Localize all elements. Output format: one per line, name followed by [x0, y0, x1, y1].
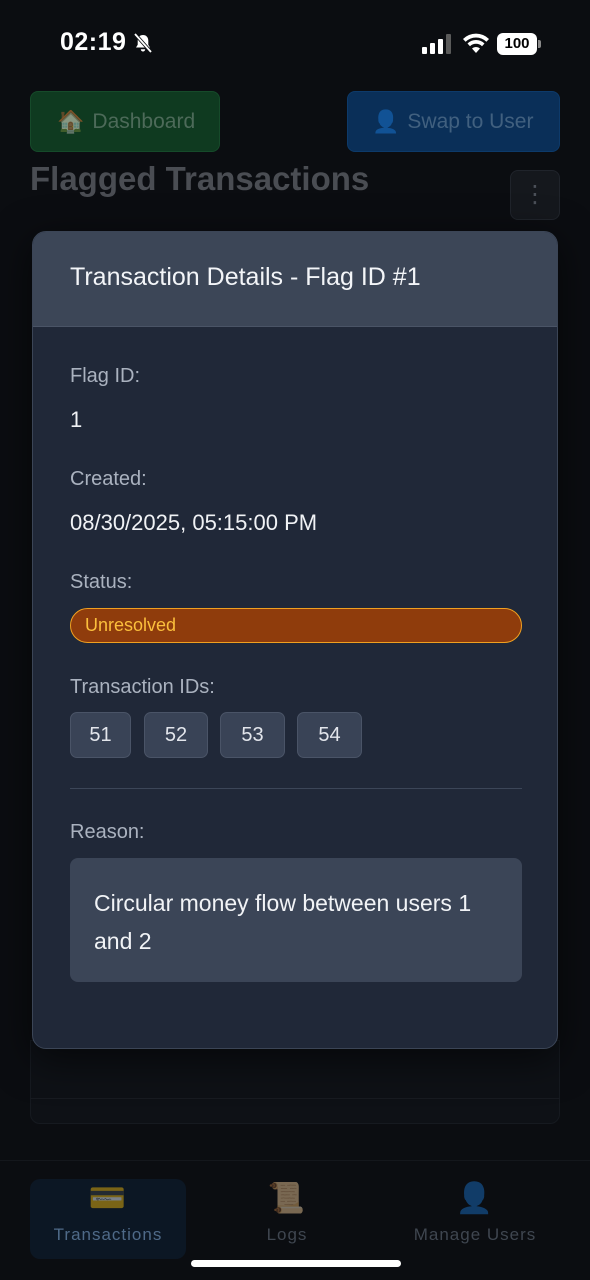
battery-icon: 100	[497, 33, 541, 55]
nav-label: Manage Users	[413, 1225, 537, 1244]
flag-id-label: Flag ID:	[70, 365, 141, 387]
modal-header: Transaction Details - Flag ID #1	[33, 232, 557, 327]
transaction-id-chip[interactable]: 53	[220, 712, 285, 758]
user-icon: 👤	[372, 108, 400, 134]
page-title: Flagged Transactions	[30, 160, 370, 197]
nav-label: Logs	[266, 1225, 308, 1244]
transaction-ids-label: Transaction IDs:	[70, 676, 215, 698]
reason-text: Circular money flow between users 1 and …	[70, 858, 522, 982]
battery-tip	[538, 40, 541, 48]
transaction-id-chip[interactable]: 51	[70, 712, 131, 758]
flag-id-value: 1	[70, 407, 83, 432]
transaction-id-chip[interactable]: 54	[297, 712, 362, 758]
nav-label: Transactions	[53, 1225, 163, 1244]
transaction-details-modal: Transaction Details - Flag ID #1 Flag ID…	[32, 231, 558, 1049]
swap-to-user-button[interactable]: 👤 Swap to User	[347, 91, 560, 152]
status-badge: Unresolved	[70, 608, 522, 643]
home-indicator[interactable]	[191, 1260, 401, 1267]
status-time: 02:19	[60, 28, 127, 56]
divider	[70, 788, 522, 789]
more-options-button[interactable]: ⋮	[510, 170, 560, 220]
reason-label: Reason:	[70, 821, 145, 843]
status-label: Status:	[70, 571, 133, 593]
battery-level: 100	[497, 33, 537, 55]
nav-item-transactions[interactable]: 💳 Transactions	[30, 1179, 186, 1259]
dashboard-button-label: Dashboard	[92, 109, 196, 133]
divider	[30, 1098, 560, 1099]
screen: 🏠 Dashboard 👤 Swap to User Flagged Trans…	[0, 0, 590, 1280]
swap-button-label: Swap to User	[407, 109, 534, 133]
transaction-id-chip[interactable]: 52	[144, 712, 208, 758]
nav-item-logs[interactable]: 📜 Logs	[222, 1179, 352, 1259]
home-icon: 🏠	[57, 108, 85, 134]
credit-card-icon: 💳	[88, 1182, 128, 1215]
wifi-icon	[463, 33, 489, 53]
bell-muted-icon	[133, 32, 153, 54]
dashboard-button[interactable]: 🏠 Dashboard	[30, 91, 220, 152]
user-icon: 👤	[455, 1182, 495, 1215]
scroll-icon: 📜	[267, 1182, 307, 1215]
status-bar: 02:19 100	[0, 0, 590, 90]
nav-item-manage-users[interactable]: 👤 Manage Users	[400, 1179, 550, 1259]
created-label: Created:	[70, 468, 147, 490]
modal-title: Transaction Details - Flag ID #1	[70, 263, 421, 291]
transaction-card	[30, 1040, 560, 1124]
signal-icon	[422, 34, 451, 54]
created-value: 08/30/2025, 05:15:00 PM	[70, 510, 318, 535]
